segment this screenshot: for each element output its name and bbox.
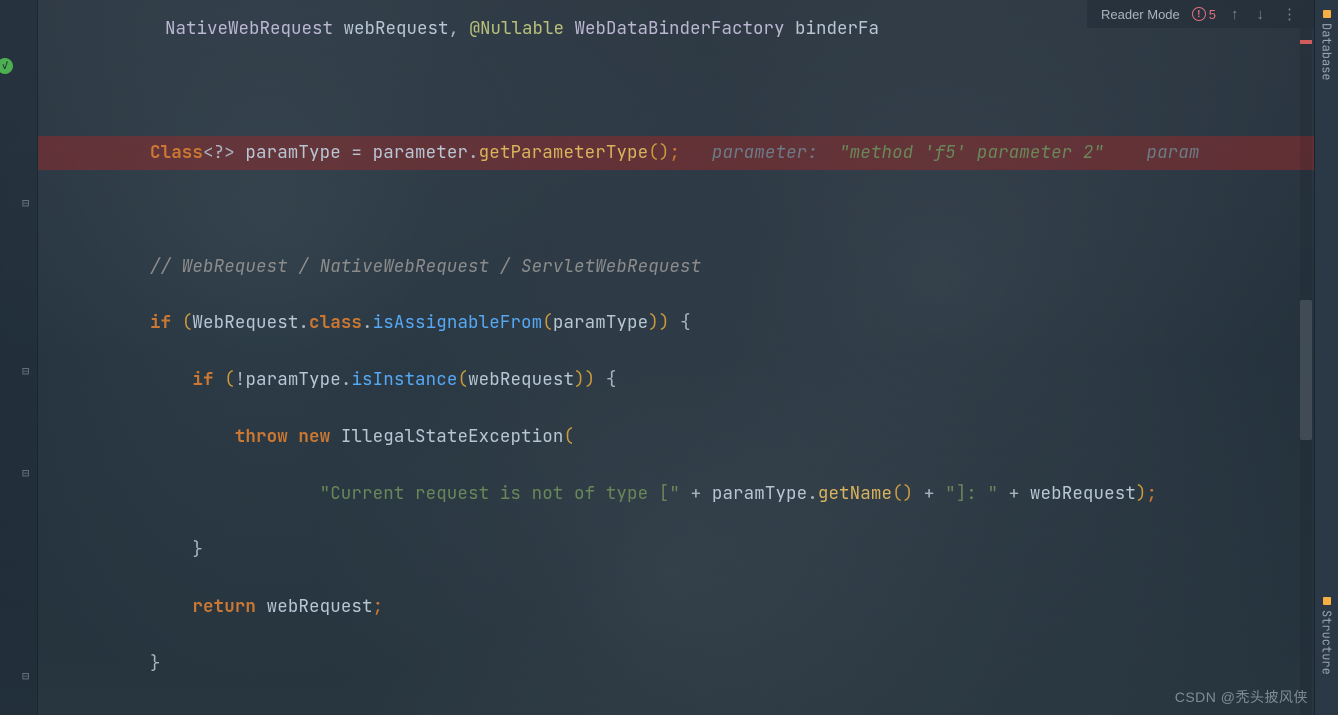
code-line	[38, 23, 1314, 57]
code-line-highlighted: Class<?> paramType = parameter.getParame…	[38, 136, 1314, 170]
reader-mode-toggle[interactable]: Reader Mode	[1101, 7, 1180, 22]
right-tool-sidebar: Database Structure	[1314, 0, 1338, 715]
code-line: }	[38, 647, 1314, 681]
editor-gutter: ✓ ⊟ ⊟ ⊟ ⊟	[0, 0, 38, 715]
editor-header: Reader Mode !5 ↑ ↓ ⋮	[1087, 0, 1314, 28]
code-line: throw new IllegalStateException(	[38, 420, 1314, 454]
structure-icon	[1323, 597, 1331, 605]
next-occurrence-button[interactable]: ↓	[1254, 6, 1268, 23]
code-line: // WebRequest / NativeWebRequest / Servl…	[38, 250, 1314, 284]
code-line: return webRequest;	[38, 590, 1314, 624]
fold-marker[interactable]: ⊟	[22, 668, 36, 682]
more-icon[interactable]: ⋮	[1279, 5, 1300, 23]
code-line: "Current request is not of type [" + par…	[38, 477, 1314, 511]
sidebar-tab-database[interactable]: Database	[1316, 0, 1338, 91]
code-line	[38, 193, 1314, 227]
database-icon	[1323, 10, 1331, 18]
code-line	[38, 80, 1314, 114]
scrollbar-thumb[interactable]	[1300, 300, 1312, 440]
watermark-text: CSDN @秃头披风侠	[1175, 687, 1308, 707]
fold-marker[interactable]: ⊟	[22, 363, 36, 377]
sidebar-tab-structure[interactable]: Structure	[1316, 587, 1338, 685]
code-line: if (!paramType.isInstance(webRequest)) {	[38, 363, 1314, 397]
error-count-badge[interactable]: !5	[1192, 7, 1216, 22]
prev-occurrence-button[interactable]: ↑	[1228, 6, 1242, 23]
code-line: }	[38, 533, 1314, 567]
error-stripe-mark[interactable]	[1300, 40, 1312, 44]
code-line	[38, 703, 1314, 715]
code-line: if (WebRequest.class.isAssignableFrom(pa…	[38, 306, 1314, 340]
code-editor[interactable]: Class<?> paramType = parameter.getParame…	[38, 0, 1314, 715]
fold-marker[interactable]: ⊟	[22, 465, 36, 479]
error-icon: !	[1192, 7, 1206, 21]
fold-marker[interactable]: ⊟	[22, 195, 36, 209]
status-ok-icon: ✓	[0, 58, 13, 74]
